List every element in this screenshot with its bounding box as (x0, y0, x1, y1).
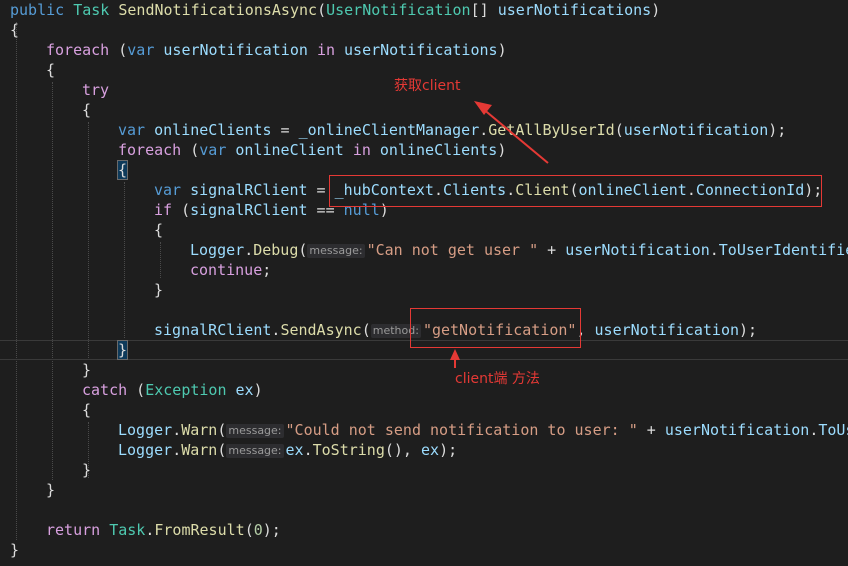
annotation-arrows (450, 101, 549, 368)
arrow-head (450, 349, 460, 360)
arrow-line (481, 107, 549, 164)
code-editor[interactable]: public Task SendNotificationsAsync(UserN… (0, 0, 848, 566)
